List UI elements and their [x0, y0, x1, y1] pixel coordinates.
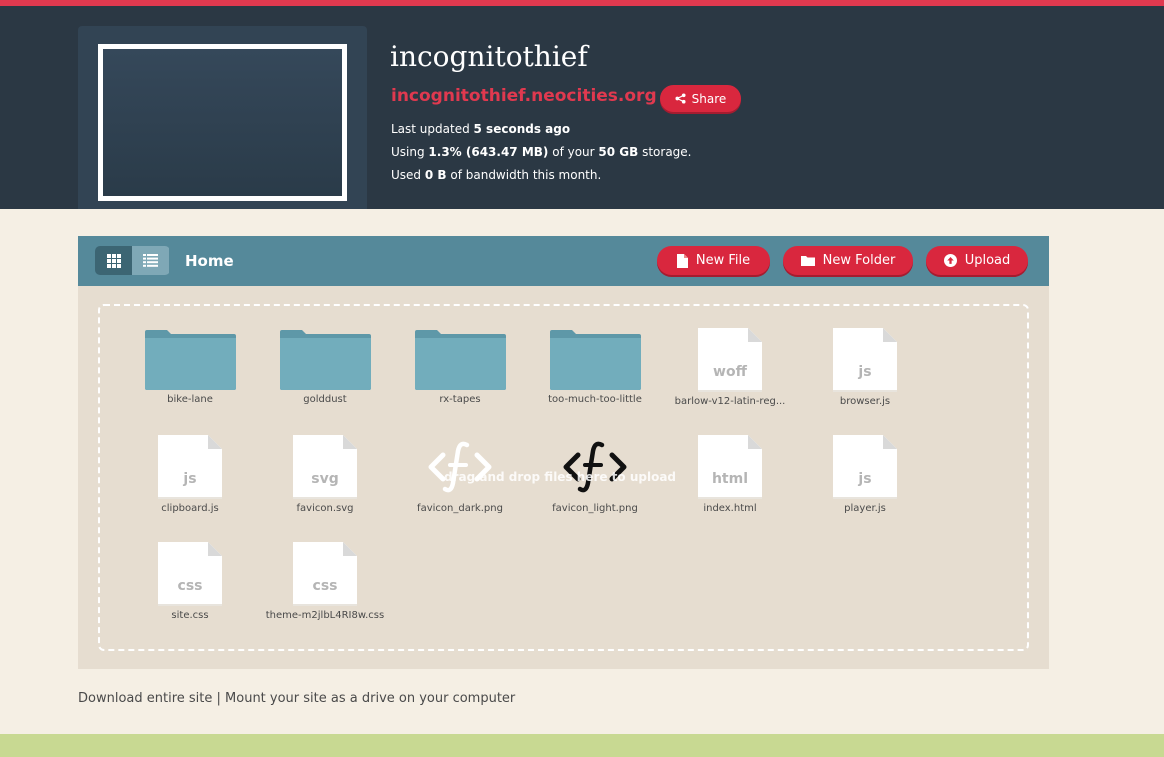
file-name-label: site.css — [171, 610, 209, 621]
document-icon: svg — [293, 435, 357, 499]
upload-icon — [943, 254, 957, 267]
file-icon — [676, 253, 688, 268]
file-name-label: golddust — [303, 394, 347, 405]
document-icon: js — [833, 435, 897, 499]
file-toolbar: Home New File New Folder Upload — [78, 236, 1049, 286]
file-item[interactable]: css theme-m2jlbL4RI8w.css — [260, 542, 390, 621]
upload-button[interactable]: Upload — [926, 246, 1028, 275]
share-button[interactable]: Share — [660, 85, 741, 112]
document-icon: html — [698, 435, 762, 499]
drop-hint: drag and drop files here to upload — [444, 470, 677, 484]
file-extension-label: css — [177, 578, 203, 594]
folder-icon — [800, 256, 815, 266]
file-manager-panel: Home New File New Folder Upload bike-lan… — [78, 236, 1049, 669]
folder-item[interactable]: golddust — [260, 328, 390, 405]
last-updated-text: Last updated 5 seconds ago — [391, 122, 571, 136]
bandwidth-usage-text: Used 0 B of bandwidth this month. — [391, 168, 602, 182]
folder-icon — [414, 330, 506, 390]
file-name-label: theme-m2jlbL4RI8w.css — [265, 610, 385, 621]
site-title: incognitothief — [390, 40, 588, 73]
file-extension-label: svg — [311, 471, 339, 487]
site-header: incognitothief incognitothief.neocities.… — [0, 6, 1164, 209]
grid-icon — [106, 253, 121, 268]
file-item[interactable]: js player.js — [800, 435, 930, 514]
file-item[interactable]: js clipboard.js — [125, 435, 255, 514]
drop-zone[interactable]: bike-lane golddust rx-tapes too-much-too… — [98, 304, 1029, 651]
share-label: Share — [691, 91, 727, 106]
footer-separator: | — [212, 691, 226, 706]
download-site-link[interactable]: Download entire site — [78, 691, 212, 706]
folder-icon — [144, 330, 236, 390]
image-thumbnail-icon — [428, 441, 492, 493]
file-item[interactable]: css site.css — [125, 542, 255, 621]
breadcrumb-home[interactable]: Home — [185, 252, 234, 270]
file-name-label: rx-tapes — [439, 394, 481, 405]
document-icon: woff — [698, 328, 762, 392]
grid-view-button[interactable] — [95, 246, 132, 275]
file-name-label: player.js — [844, 503, 886, 514]
file-item[interactable]: html index.html — [665, 435, 795, 514]
new-file-button[interactable]: New File — [657, 246, 770, 275]
file-name-label: clipboard.js — [161, 503, 219, 514]
document-icon: js — [158, 435, 222, 499]
file-extension-label: woff — [713, 364, 747, 380]
upload-label: Upload — [964, 253, 1011, 268]
new-folder-button[interactable]: New Folder — [783, 246, 913, 275]
file-item[interactable]: svg favicon.svg — [260, 435, 390, 514]
file-extension-label: js — [858, 364, 872, 380]
new-folder-label: New Folder — [822, 253, 896, 268]
file-name-label: favicon_dark.png — [417, 503, 503, 514]
file-extension-label: css — [312, 578, 338, 594]
file-name-label: favicon.svg — [296, 503, 354, 514]
site-url-link[interactable]: incognitothief.neocities.org — [391, 86, 657, 106]
list-view-button[interactable] — [132, 246, 169, 275]
file-item[interactable]: js browser.js — [800, 328, 930, 407]
file-name-label: browser.js — [839, 396, 891, 407]
file-extension-label: js — [183, 471, 197, 487]
footer-links: Download entire site | Mount your site a… — [78, 691, 515, 706]
share-icon — [675, 93, 686, 104]
new-file-label: New File — [695, 253, 751, 268]
folder-item[interactable]: rx-tapes — [395, 328, 525, 405]
document-icon: css — [293, 542, 357, 606]
storage-usage-text: Using 1.3% (643.47 MB) of your 50 GB sto… — [391, 145, 692, 159]
view-toggle — [95, 246, 170, 275]
file-extension-label: html — [711, 471, 749, 487]
file-name-label: too-much-too-little — [548, 394, 642, 405]
file-name-label: favicon_light.png — [552, 503, 638, 514]
file-name-label: barlow-v12-latin-reg... — [674, 396, 786, 407]
site-screenshot[interactable] — [98, 44, 347, 201]
mount-drive-link[interactable]: Mount your site as a drive on your compu… — [225, 691, 515, 706]
document-icon: js — [833, 328, 897, 392]
folder-icon — [279, 330, 371, 390]
file-extension-label: js — [858, 471, 872, 487]
list-icon — [143, 254, 158, 267]
footer-bar — [0, 734, 1164, 757]
file-name-label: bike-lane — [167, 394, 213, 405]
folder-item[interactable]: too-much-too-little — [530, 328, 660, 405]
site-screenshot-container — [78, 26, 367, 209]
image-thumbnail-icon — [563, 441, 627, 493]
document-icon: css — [158, 542, 222, 606]
folder-item[interactable]: bike-lane — [125, 328, 255, 405]
folder-icon — [549, 330, 641, 390]
file-name-label: index.html — [703, 503, 757, 514]
file-item[interactable]: woff barlow-v12-latin-reg... — [665, 328, 795, 407]
